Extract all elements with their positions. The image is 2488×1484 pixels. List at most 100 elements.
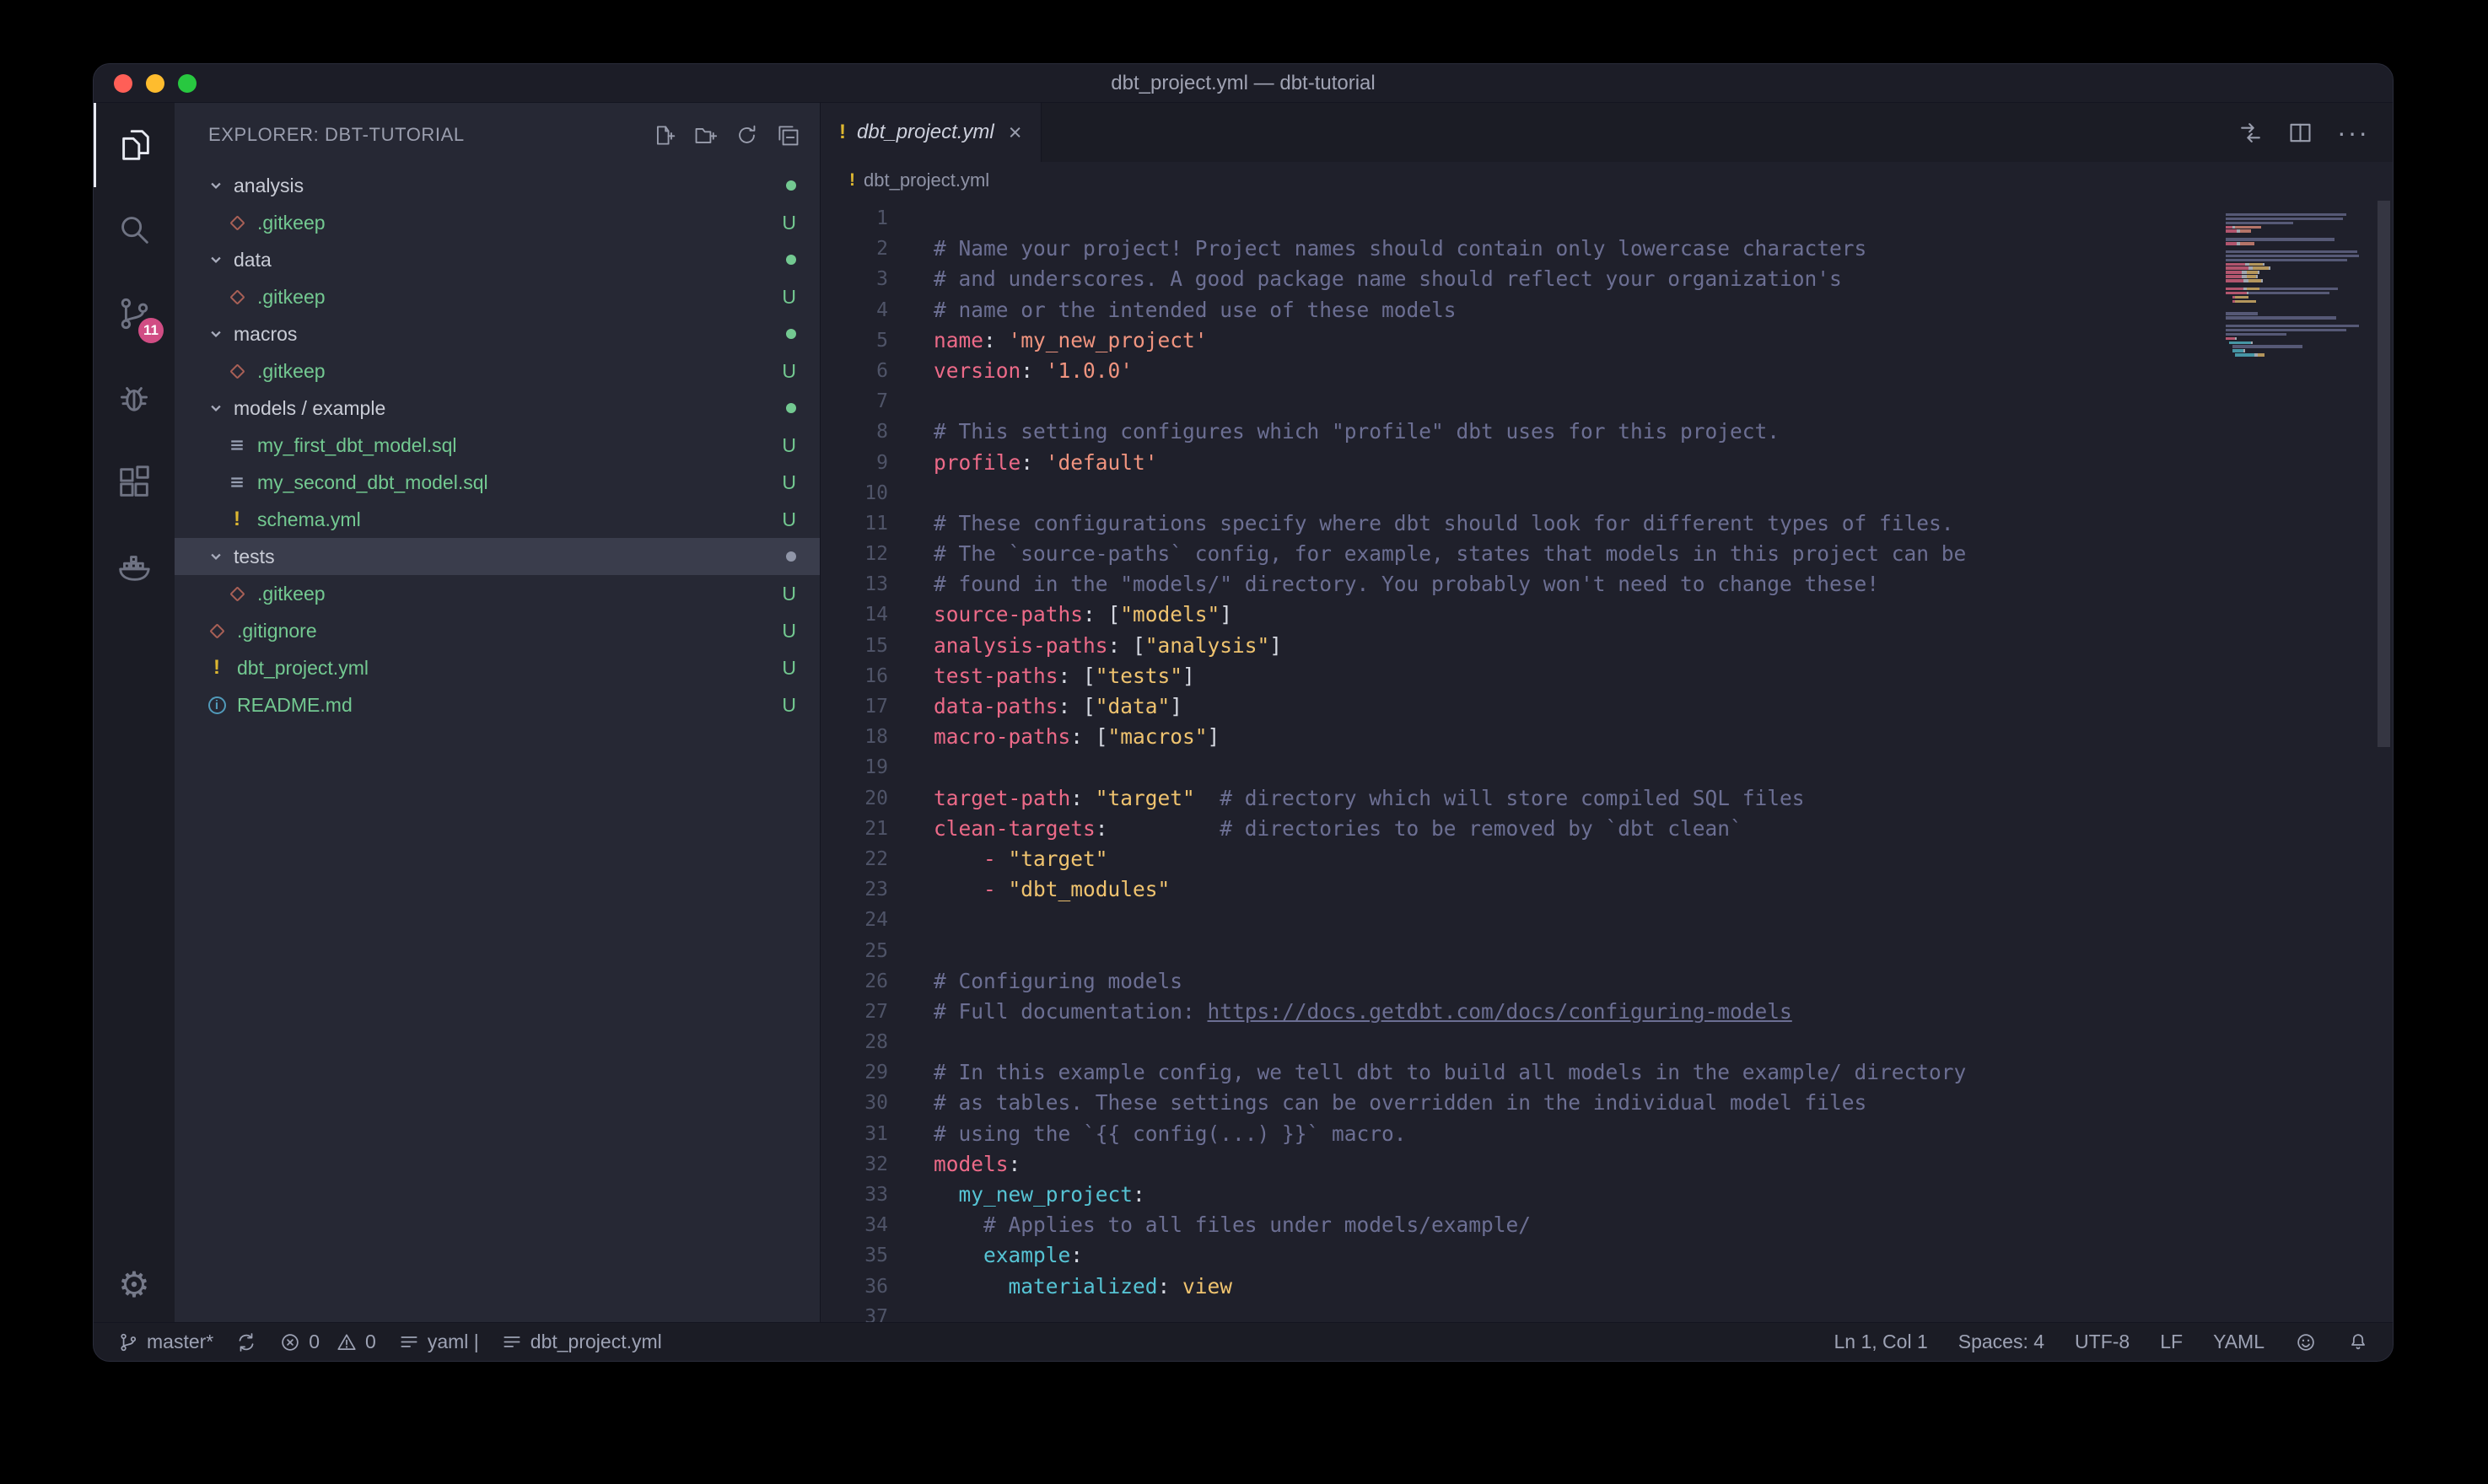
code-line[interactable]: 17data-paths: ["data"] [821,691,2393,722]
tree-file-gitkeep[interactable]: .gitkeepU [175,278,820,315]
activity-item-extensions[interactable] [94,440,175,524]
tree-file-schema-yml[interactable]: !schema.ymlU [175,501,820,538]
problems-status[interactable]: 0 0 [279,1331,376,1353]
refresh-icon[interactable] [735,124,758,147]
tree-folder-models-example[interactable]: models / example [175,390,820,427]
tree-folder-data[interactable]: data [175,241,820,278]
tree-file-readme-md[interactable]: iREADME.mdU [175,686,820,723]
new-file-icon[interactable] [653,124,676,147]
code-line[interactable]: 2# Name your project! Project names shou… [821,234,2393,264]
git-branch-status[interactable]: master* [117,1331,213,1353]
code-line[interactable]: 12# The `source-paths` config, for examp… [821,539,2393,569]
code-line[interactable]: 10 [821,478,2393,508]
code-line[interactable]: 21clean-targets: # directories to be rem… [821,814,2393,844]
code-line[interactable]: 15analysis-paths: ["analysis"] [821,631,2393,661]
more-actions-icon[interactable]: ··· [2337,124,2369,141]
tree-item-label: my_first_dbt_model.sql [257,434,457,457]
code-line[interactable]: 28 [821,1027,2393,1057]
line-number: 37 [821,1302,888,1322]
code-line[interactable]: 23 - "dbt_modules" [821,874,2393,905]
code-line[interactable]: 29# In this example config, we tell dbt … [821,1057,2393,1088]
yaml-schema-status[interactable]: dbt_project.yml [501,1331,662,1353]
code-line[interactable]: 32models: [821,1149,2393,1180]
code-line[interactable]: 19 [821,752,2393,782]
code-line[interactable]: 9profile: 'default' [821,448,2393,478]
code-line[interactable]: 20target-path: "target" # directory whic… [821,783,2393,814]
code-line[interactable]: 24 [821,905,2393,935]
yaml-warning-icon: ! [839,122,846,142]
code-text: target-path: "target" # directory which … [888,783,1805,814]
breadcrumb-item-file[interactable]: dbt_project.yml [864,169,989,191]
yaml-warning-icon: ! [213,658,220,678]
code-line[interactable]: 27# Full documentation: https://docs.get… [821,997,2393,1027]
code-line[interactable]: 3# and underscores. A good package name … [821,264,2393,294]
code-line[interactable]: 16test-paths: ["tests"] [821,661,2393,691]
code-line[interactable]: 34 # Applies to all files under models/e… [821,1210,2393,1240]
tree-folder-tests[interactable]: tests [175,538,820,575]
code-line[interactable]: 30# as tables. These settings can be ove… [821,1088,2393,1118]
chevron-down-icon [205,175,227,196]
tab-dbt-project-yml[interactable]: ! dbt_project.yml × [821,103,1042,162]
settings-gear-icon[interactable]: ⚙ [118,1264,150,1305]
tree-folder-analysis[interactable]: analysis [175,167,820,204]
notifications-bell-icon[interactable] [2347,1331,2369,1353]
sync-changes-button[interactable] [235,1331,257,1353]
activity-item-docker[interactable] [94,524,175,609]
open-changes-icon[interactable] [2238,120,2264,146]
indentation-status[interactable]: Spaces: 4 [1958,1331,2044,1353]
tree-file-dbt-project-yml[interactable]: !dbt_project.ymlU [175,649,820,686]
minimap[interactable] [2226,209,2371,362]
code-line[interactable]: 26# Configuring models [821,966,2393,997]
eol-status[interactable]: LF [2160,1331,2183,1353]
close-window-button[interactable] [114,74,132,93]
minimize-window-button[interactable] [146,74,164,93]
tree-file-my-second-dbt-model-sql[interactable]: my_second_dbt_model.sqlU [175,464,820,501]
activity-item-search[interactable] [94,187,175,272]
code-line[interactable]: 7 [821,386,2393,417]
code-line[interactable]: 37 [821,1302,2393,1322]
editor-actions: ··· [2238,103,2393,162]
line-number: 12 [821,539,888,569]
collapse-all-icon[interactable] [777,124,800,147]
code-line[interactable]: 4# name or the intended use of these mod… [821,295,2393,325]
chevron-down-icon [205,397,227,419]
yaml-language-status[interactable]: yaml | [398,1331,479,1353]
activity-item-run-and-debug[interactable] [94,356,175,440]
code-line[interactable]: 8# This setting configures which "profil… [821,417,2393,447]
code-line[interactable]: 18macro-paths: ["macros"] [821,722,2393,752]
tree-item-label: tests [234,546,275,568]
language-mode[interactable]: YAML [2213,1331,2265,1353]
code-line[interactable]: 13# found in the "models/" directory. Yo… [821,569,2393,600]
code-line[interactable]: 5name: 'my_new_project' [821,325,2393,356]
code-line[interactable]: 11# These configurations specify where d… [821,508,2393,539]
activity-item-explorer[interactable] [94,103,175,187]
tab-close-icon[interactable]: × [1009,120,1022,146]
cursor-position[interactable]: Ln 1, Col 1 [1834,1331,1928,1353]
activity-item-source-control[interactable]: 11 [94,272,175,356]
tree-file-gitkeep[interactable]: .gitkeepU [175,204,820,241]
tree-file-gitkeep[interactable]: .gitkeepU [175,575,820,612]
code-line[interactable]: 22 - "target" [821,844,2393,874]
split-editor-icon[interactable] [2287,120,2313,146]
tree-file-gitignore[interactable]: .gitignoreU [175,612,820,649]
code-line[interactable]: 14source-paths: ["models"] [821,600,2393,630]
code-text: # using the `{{ config(...) }}` macro. [888,1119,1407,1149]
tree-file-gitkeep[interactable]: .gitkeepU [175,352,820,390]
code-line[interactable]: 25 [821,936,2393,966]
tree-folder-macros[interactable]: macros [175,315,820,352]
editor-scrollbar[interactable] [2378,201,2390,747]
line-number: 13 [821,569,888,600]
new-folder-icon[interactable] [694,124,717,147]
code-line[interactable]: 35 example: [821,1240,2393,1271]
code-line[interactable]: 33 my_new_project: [821,1180,2393,1210]
code-editor[interactable]: 12# Name your project! Project names sho… [821,203,2393,1322]
code-line[interactable]: 36 materialized: view [821,1272,2393,1302]
zoom-window-button[interactable] [178,74,197,93]
tree-file-my-first-dbt-model-sql[interactable]: my_first_dbt_model.sqlU [175,427,820,464]
code-line[interactable]: 31# using the `{{ config(...) }}` macro. [821,1119,2393,1149]
feedback-smiley-icon[interactable] [2295,1331,2317,1353]
line-number: 24 [821,905,888,935]
code-line[interactable]: 1 [821,203,2393,234]
encoding-status[interactable]: UTF-8 [2075,1331,2130,1353]
code-line[interactable]: 6version: '1.0.0' [821,356,2393,386]
